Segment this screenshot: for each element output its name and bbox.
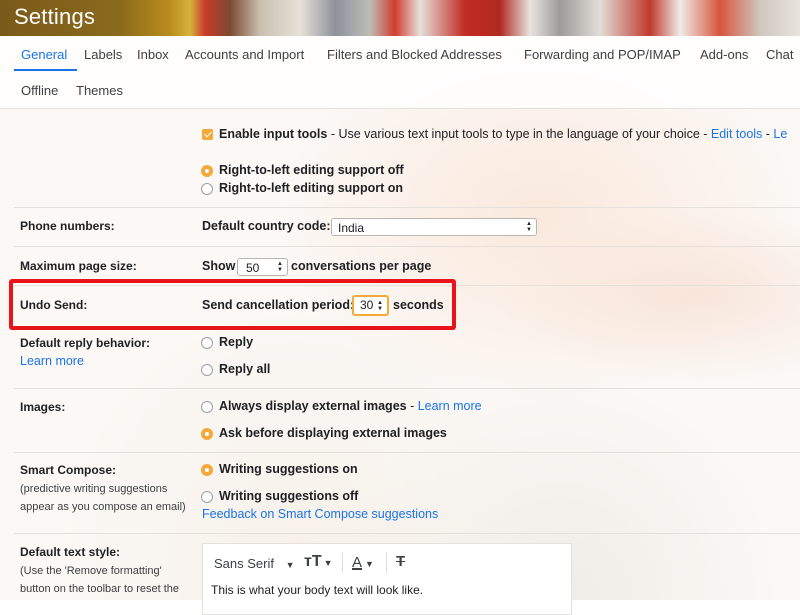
- rtl-on-radio[interactable]: [201, 183, 213, 195]
- tab-inbox[interactable]: Inbox: [137, 47, 169, 62]
- smart-compose-feedback-link[interactable]: Feedback on Smart Compose suggestions: [202, 507, 438, 521]
- always-display-images-label: Always display external images: [219, 399, 407, 413]
- reply-behavior-label: Default reply behavior:: [20, 336, 151, 350]
- chevron-down-icon: ▼: [285, 560, 295, 570]
- divider: [14, 452, 800, 453]
- images-learn-more-link[interactable]: Learn more: [418, 399, 482, 413]
- tab-general[interactable]: General: [21, 47, 67, 62]
- settings-header: Settings: [0, 0, 800, 36]
- ask-before-images-label: Ask before displaying external images: [219, 426, 447, 440]
- toolbar-divider: [386, 553, 387, 573]
- tab-filters-and-blocked-addresses[interactable]: Filters and Blocked Addresses: [327, 47, 502, 62]
- input-tools-checkbox[interactable]: [202, 129, 213, 140]
- text-style-editor: Sans Serif ▼ тТ ▼ A ▼ T This is what your …: [202, 543, 572, 615]
- divider: [14, 388, 800, 389]
- input-tools-label: Enable input tools: [219, 127, 328, 141]
- text-color-icon[interactable]: A ▼: [352, 554, 374, 571]
- page-size-prefix: Show: [202, 259, 236, 273]
- tab-add-ons[interactable]: Add-ons: [700, 47, 748, 62]
- select-arrows-icon: ▲ ▼: [526, 221, 532, 233]
- select-arrows-icon: ▲ ▼: [277, 261, 283, 273]
- page-title: Settings: [14, 4, 96, 29]
- text-style-label: Default text style:: [20, 545, 121, 559]
- divider: [14, 533, 800, 534]
- rtl-on-label: Right-to-left editing support on: [219, 181, 403, 195]
- tab-chat[interactable]: Chat: [766, 47, 793, 62]
- page-size-value: 50: [246, 261, 260, 275]
- font-size-icon[interactable]: тТ ▼: [304, 553, 333, 571]
- learn-more-input-tools-link[interactable]: Le: [773, 127, 787, 141]
- input-tools-description: - Use various text input tools to type i…: [327, 127, 711, 141]
- country-code-label: Default country code:: [202, 219, 331, 233]
- max-page-size-label: Maximum page size:: [20, 259, 137, 273]
- divider: [14, 246, 800, 247]
- edit-tools-link[interactable]: Edit tools: [711, 127, 762, 141]
- rtl-off-label: Right-to-left editing support off: [219, 163, 404, 177]
- phone-numbers-label: Phone numbers:: [20, 219, 115, 233]
- reply-learn-more-link[interactable]: Learn more: [20, 354, 84, 368]
- divider: [14, 207, 800, 208]
- smart-compose-label: Smart Compose:: [20, 463, 117, 477]
- always-display-images-radio[interactable]: [201, 401, 213, 413]
- input-tools-row: Enable input tools - Use various text in…: [219, 127, 788, 141]
- highlight-annotation: [9, 279, 456, 330]
- country-code-value: India: [338, 221, 365, 235]
- reply-all-label: Reply all: [219, 362, 271, 376]
- country-code-select[interactable]: India ▲ ▼: [331, 218, 537, 236]
- writing-suggestions-off-radio[interactable]: [201, 491, 213, 503]
- settings-tabs: General Labels Inbox Accounts and Import…: [0, 36, 800, 109]
- page-size-suffix: conversations per page: [291, 259, 432, 273]
- tab-offline[interactable]: Offline: [21, 83, 58, 98]
- reply-radio[interactable]: [201, 337, 213, 349]
- tab-labels[interactable]: Labels: [84, 47, 122, 62]
- toolbar-divider: [342, 553, 343, 573]
- tab-forwarding-and-pop-imap[interactable]: Forwarding and POP/IMAP: [524, 47, 681, 62]
- font-family-dropdown[interactable]: Sans Serif ▼: [214, 556, 295, 571]
- reply-label: Reply: [219, 335, 254, 349]
- writing-suggestions-off-label: Writing suggestions off: [219, 489, 359, 503]
- ask-before-images-radio[interactable]: [201, 428, 213, 440]
- font-family-value: Sans Serif: [214, 556, 274, 571]
- reply-all-radio[interactable]: [201, 364, 213, 376]
- smart-compose-sublabel: (predictive writing suggestions appear a…: [20, 483, 186, 513]
- images-label: Images:: [20, 400, 66, 414]
- remove-formatting-icon[interactable]: T: [396, 553, 405, 570]
- tab-accounts-and-import[interactable]: Accounts and Import: [185, 47, 304, 62]
- text-style-sublabel: (Use the 'Remove formatting' button on t…: [20, 565, 180, 595]
- separator-text: -: [406, 399, 418, 413]
- tab-themes[interactable]: Themes: [76, 83, 123, 98]
- active-tab-indicator: [14, 69, 77, 71]
- writing-suggestions-on-radio[interactable]: [201, 464, 213, 476]
- text-style-preview: This is what your body text will look li…: [211, 583, 424, 597]
- writing-suggestions-on-label: Writing suggestions on: [219, 462, 358, 476]
- page-size-select[interactable]: 50 ▲ ▼: [237, 258, 288, 276]
- rtl-off-radio[interactable]: [201, 165, 213, 177]
